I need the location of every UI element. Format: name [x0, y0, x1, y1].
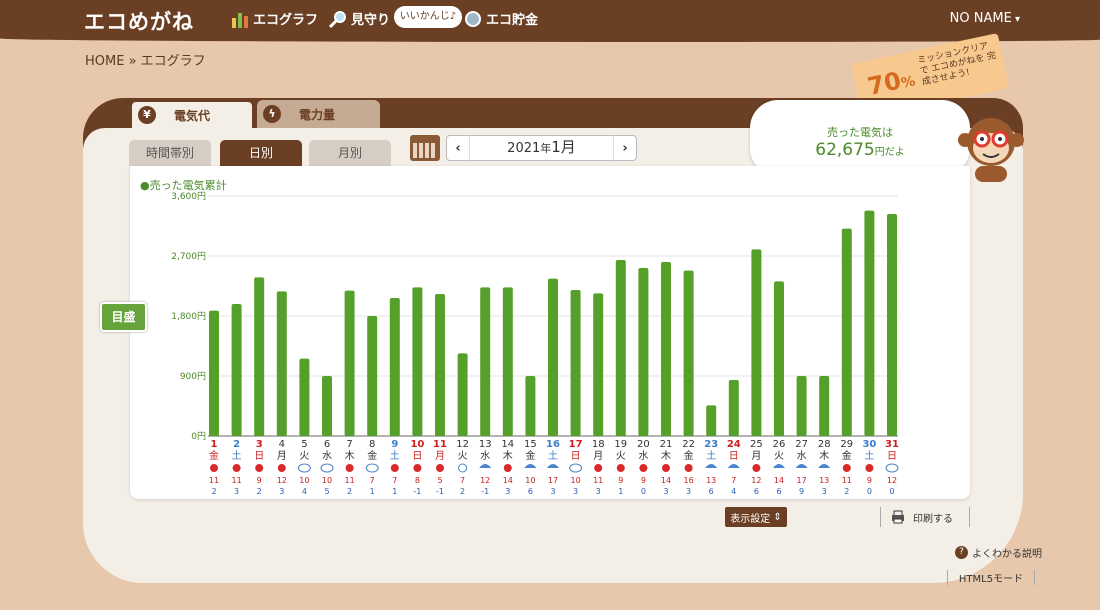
user-menu[interactable]: NO NAME: [950, 11, 1020, 26]
question-icon: ?: [955, 546, 968, 559]
help-link[interactable]: ? よくわかる説明: [955, 545, 1042, 560]
yen-icon: ¥: [138, 106, 156, 124]
help-label: よくわかる説明: [972, 549, 1042, 560]
display-settings-button[interactable]: 表示設定 ⇕: [725, 507, 787, 527]
breadcrumb[interactable]: HOME » エコグラフ: [85, 50, 206, 69]
mission-percent: 70: [865, 66, 904, 101]
display-settings-label: 表示設定: [730, 513, 771, 525]
tab-daily[interactable]: 日別: [220, 140, 302, 166]
nav-eco-savings[interactable]: エコ貯金: [464, 9, 538, 28]
tab-hourly[interactable]: 時間帯別: [129, 140, 211, 166]
app-logo[interactable]: エコめがね: [84, 6, 194, 36]
mood-bubble: いいかんじ♪: [394, 6, 462, 28]
summary-label: 売った電気は: [827, 126, 893, 139]
mission-percent-sign: %: [899, 73, 917, 92]
mission-text: ミッションクリアで エコめがねを 完成させよう!: [916, 41, 998, 88]
print-button[interactable]: 印刷する: [880, 507, 970, 527]
lightning-icon: ϟ: [263, 105, 281, 123]
tab-electricity-cost-label: 電気代: [174, 108, 211, 123]
nav-eco-graph[interactable]: エコグラフ: [231, 9, 318, 28]
coin-icon: [465, 10, 481, 27]
tab-power-amount-label: 電力量: [299, 107, 336, 122]
current-month-label: 1月: [551, 138, 576, 156]
summary-unit: 円だよ: [874, 147, 905, 158]
printer-icon: [892, 510, 904, 524]
tab-electricity-cost[interactable]: ¥ 電気代: [130, 100, 254, 128]
prev-month-button[interactable]: ‹: [447, 141, 469, 156]
nav-eco-savings-label: エコ貯金: [486, 13, 539, 28]
next-month-button[interactable]: ›: [614, 141, 636, 156]
print-label: 印刷する: [913, 513, 953, 525]
bar-chart-icon: [232, 12, 248, 28]
nav-mimamori[interactable]: 見守り: [329, 9, 390, 28]
html5-mode-link[interactable]: HTML5モード: [947, 570, 1035, 585]
calendar-icon[interactable]: [410, 135, 440, 161]
magnifier-icon: [329, 10, 346, 28]
summary-value: 62,675: [815, 140, 875, 160]
current-year: 2021: [507, 141, 541, 156]
nav-eco-graph-label: エコグラフ: [253, 13, 319, 28]
tab-power-amount[interactable]: ϟ 電力量: [257, 100, 380, 128]
summary-card: 売った電気は 62,675円だよ: [750, 100, 970, 176]
month-selector: ‹ 2021年1月 ›: [446, 135, 637, 161]
tab-monthly[interactable]: 月別: [309, 140, 391, 166]
chart-legend: ●売った電気累計: [140, 179, 227, 192]
scale-button[interactable]: 目盛: [100, 302, 147, 332]
chart-container: [130, 166, 970, 499]
year-unit: 年: [540, 142, 552, 155]
nav-mimamori-label: 見守り: [351, 13, 391, 28]
current-month: 2021年1月: [469, 135, 614, 161]
